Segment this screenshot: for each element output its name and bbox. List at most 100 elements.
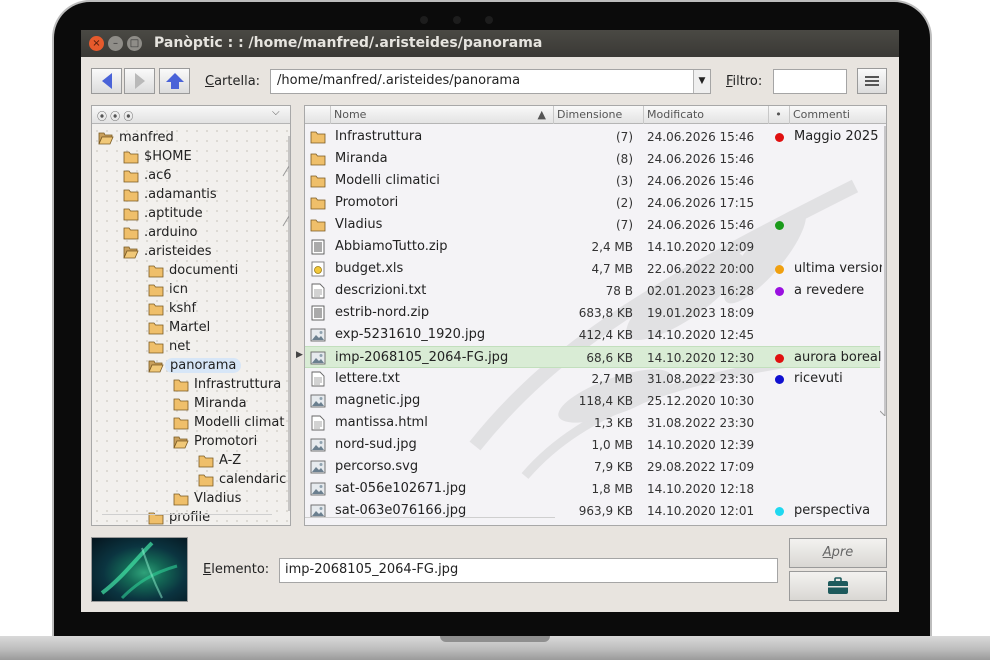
tree-item[interactable]: .aristeides: [123, 242, 212, 261]
file-row[interactable]: estrib-nord.zip 683,8 KB 19.01.2023 18:09: [305, 302, 880, 324]
back-button[interactable]: [91, 68, 122, 94]
tree-item[interactable]: .adamantis: [123, 185, 217, 204]
forward-button[interactable]: [124, 68, 155, 94]
tree-item[interactable]: .arduino: [123, 223, 198, 242]
briefcase-icon: [828, 577, 848, 594]
file-row[interactable]: Vladius (7) 24.06.2026 15:46: [305, 214, 880, 236]
tree-item[interactable]: Vladius: [173, 489, 241, 508]
maximize-button[interactable]: □: [127, 36, 142, 51]
minimize-button[interactable]: –: [108, 36, 123, 51]
up-button[interactable]: [159, 68, 190, 94]
tree-item[interactable]: calendaric: [198, 470, 286, 489]
image-preview-thumbnail: [91, 537, 188, 602]
tree-item-label: net: [169, 339, 191, 354]
file-row[interactable]: sat-056e102671.jpg 1,8 MB 14.10.2020 12:18: [305, 478, 880, 500]
tree-item[interactable]: documenti: [148, 261, 238, 280]
file-name: nord-sud.jpg: [335, 437, 417, 452]
tree-item[interactable]: Miranda: [173, 394, 247, 413]
column-name-header[interactable]: Nome ▲: [330, 106, 552, 124]
file-name: Promotori: [335, 195, 399, 210]
file-size: 1,8 MB: [591, 482, 633, 496]
chevron-down-icon[interactable]: ⌵: [272, 107, 280, 118]
menu-button[interactable]: [857, 68, 887, 94]
folder-label: Cartella:: [205, 74, 261, 89]
tree-item[interactable]: Modelli climat: [173, 413, 285, 432]
file-row[interactable]: Modelli climatici (3) 24.06.2026 15:46: [305, 170, 880, 192]
tree-item[interactable]: .ac6: [123, 166, 172, 185]
path-dropdown-button[interactable]: ▼: [693, 70, 710, 93]
tree-item-label: kshf: [169, 301, 197, 316]
tree-item[interactable]: A-Z: [198, 451, 241, 470]
column-size-header[interactable]: Dimensione: [553, 106, 642, 124]
column-tag-header[interactable]: •: [768, 106, 788, 124]
tree-item-label: A-Z: [219, 453, 242, 468]
file-row[interactable]: budget.xls 4,7 MB 22.06.2022 20:00 ultima v…: [305, 258, 882, 280]
tree-item[interactable]: Infrastruttura: [173, 375, 281, 394]
file-name: AbbiamoTutto.zip: [335, 239, 448, 254]
text-file-icon: [311, 283, 325, 299]
tree-item[interactable]: manfred: [98, 128, 174, 147]
list-header: Nome ▲ Dimensione Modificato • Commenti: [305, 106, 886, 124]
folder-icon: [310, 175, 326, 188]
tree-item[interactable]: panorama: [148, 356, 242, 375]
folder-icon: [148, 284, 164, 296]
file-row[interactable]: magnetic.jpg 118,4 KB 25.12.2020 10:30: [305, 390, 880, 412]
folder-path-input[interactable]: /home/manfred/.aristeides/panorama: [270, 69, 711, 94]
file-modified: 25.12.2020 10:30: [647, 394, 755, 408]
folder-icon: [310, 131, 326, 144]
file-row[interactable]: descrizioni.txt 78 B 02.01.2023 16:28 a rev…: [305, 280, 880, 302]
file-size: 412,4 KB: [578, 328, 633, 342]
file-row[interactable]: Promotori (2) 24.06.2026 17:15: [305, 192, 880, 214]
tree-item[interactable]: Martel: [148, 318, 210, 337]
chevron-down-icon: ▼: [698, 76, 706, 86]
file-row[interactable]: Infrastruttura (7) 24.06.2026 15:46 Maggio …: [305, 126, 880, 148]
briefcase-button[interactable]: [789, 571, 887, 601]
file-modified: 24.06.2026 15:46: [647, 152, 755, 166]
tree-item[interactable]: $HOME: [123, 147, 192, 166]
file-row[interactable]: Miranda (8) 24.06.2026 15:46: [305, 148, 880, 170]
file-row[interactable]: percorso.svg 7,9 KB 29.08.2022 17:09: [305, 456, 880, 478]
file-name: Miranda: [335, 151, 388, 166]
tree-horizontal-scrollbar[interactable]: [102, 514, 272, 524]
window-title: Panòptic : : /home/manfred/.aristeides/p…: [154, 35, 543, 51]
close-button[interactable]: ×: [89, 36, 104, 51]
arrow-right-icon: [134, 73, 145, 89]
file-modified: 24.06.2026 15:46: [647, 218, 755, 232]
file-row[interactable]: AbbiamoTutto.zip 2,4 MB 14.10.2020 12:09: [305, 236, 880, 258]
tree-item[interactable]: kshf: [148, 299, 196, 318]
color-tag-dot: [775, 265, 784, 274]
folder-icon: [310, 153, 326, 166]
column-modified-header[interactable]: Modificato: [643, 106, 767, 124]
file-modified: 19.01.2023 18:09: [647, 306, 755, 320]
image-file-icon: [310, 394, 326, 408]
file-modified: 22.06.2022 20:00: [647, 262, 755, 276]
title-bar: × – □ Panòptic : : /home/manfred/.ariste…: [81, 30, 899, 57]
file-row[interactable]: lettere.txt 2,7 MB 31.08.2022 23:30 ricevut…: [305, 368, 880, 390]
file-row[interactable]: mantissa.html 1,3 KB 31.08.2022 23:30: [305, 412, 880, 434]
text-file-icon: [311, 371, 325, 387]
tree-item-label: $HOME: [144, 149, 192, 164]
list-scrollbar[interactable]: [879, 126, 886, 417]
list-horizontal-scrollbar[interactable]: [305, 517, 555, 525]
file-size: 2,7 MB: [591, 372, 633, 386]
open-button[interactable]: Apre: [789, 538, 887, 568]
tree-item[interactable]: icn: [148, 280, 188, 299]
tree-scrollbar[interactable]: [282, 136, 290, 511]
column-comments-header[interactable]: Commenti: [789, 106, 886, 124]
arrow-up-icon: [165, 73, 184, 89]
folder-icon: [148, 265, 164, 277]
tree-view-options[interactable]: ⦿ ⦿ ⦿: [97, 108, 133, 123]
element-input[interactable]: imp-2068105_2064-FG.jpg: [279, 558, 778, 583]
file-row[interactable]: imp-2068105_2064-FG.jpg 68,6 KB 14.10.2020…: [305, 346, 882, 368]
tree-item[interactable]: net: [148, 337, 190, 356]
tree-item[interactable]: Promotori: [173, 432, 257, 451]
file-row[interactable]: exp-5231610_1920.jpg 412,4 KB 14.10.2020 1…: [305, 324, 880, 346]
filter-input[interactable]: [773, 69, 847, 94]
file-comment: a revedere: [794, 283, 865, 298]
file-modified: 14.10.2020 12:01: [647, 504, 755, 518]
file-name: sat-063e076166.jpg: [335, 503, 467, 518]
aurora-preview-image: [100, 541, 178, 600]
tree-item[interactable]: .aptitude: [123, 204, 203, 223]
file-modified: 24.06.2026 15:46: [647, 174, 755, 188]
file-row[interactable]: nord-sud.jpg 1,0 MB 14.10.2020 12:39: [305, 434, 880, 456]
